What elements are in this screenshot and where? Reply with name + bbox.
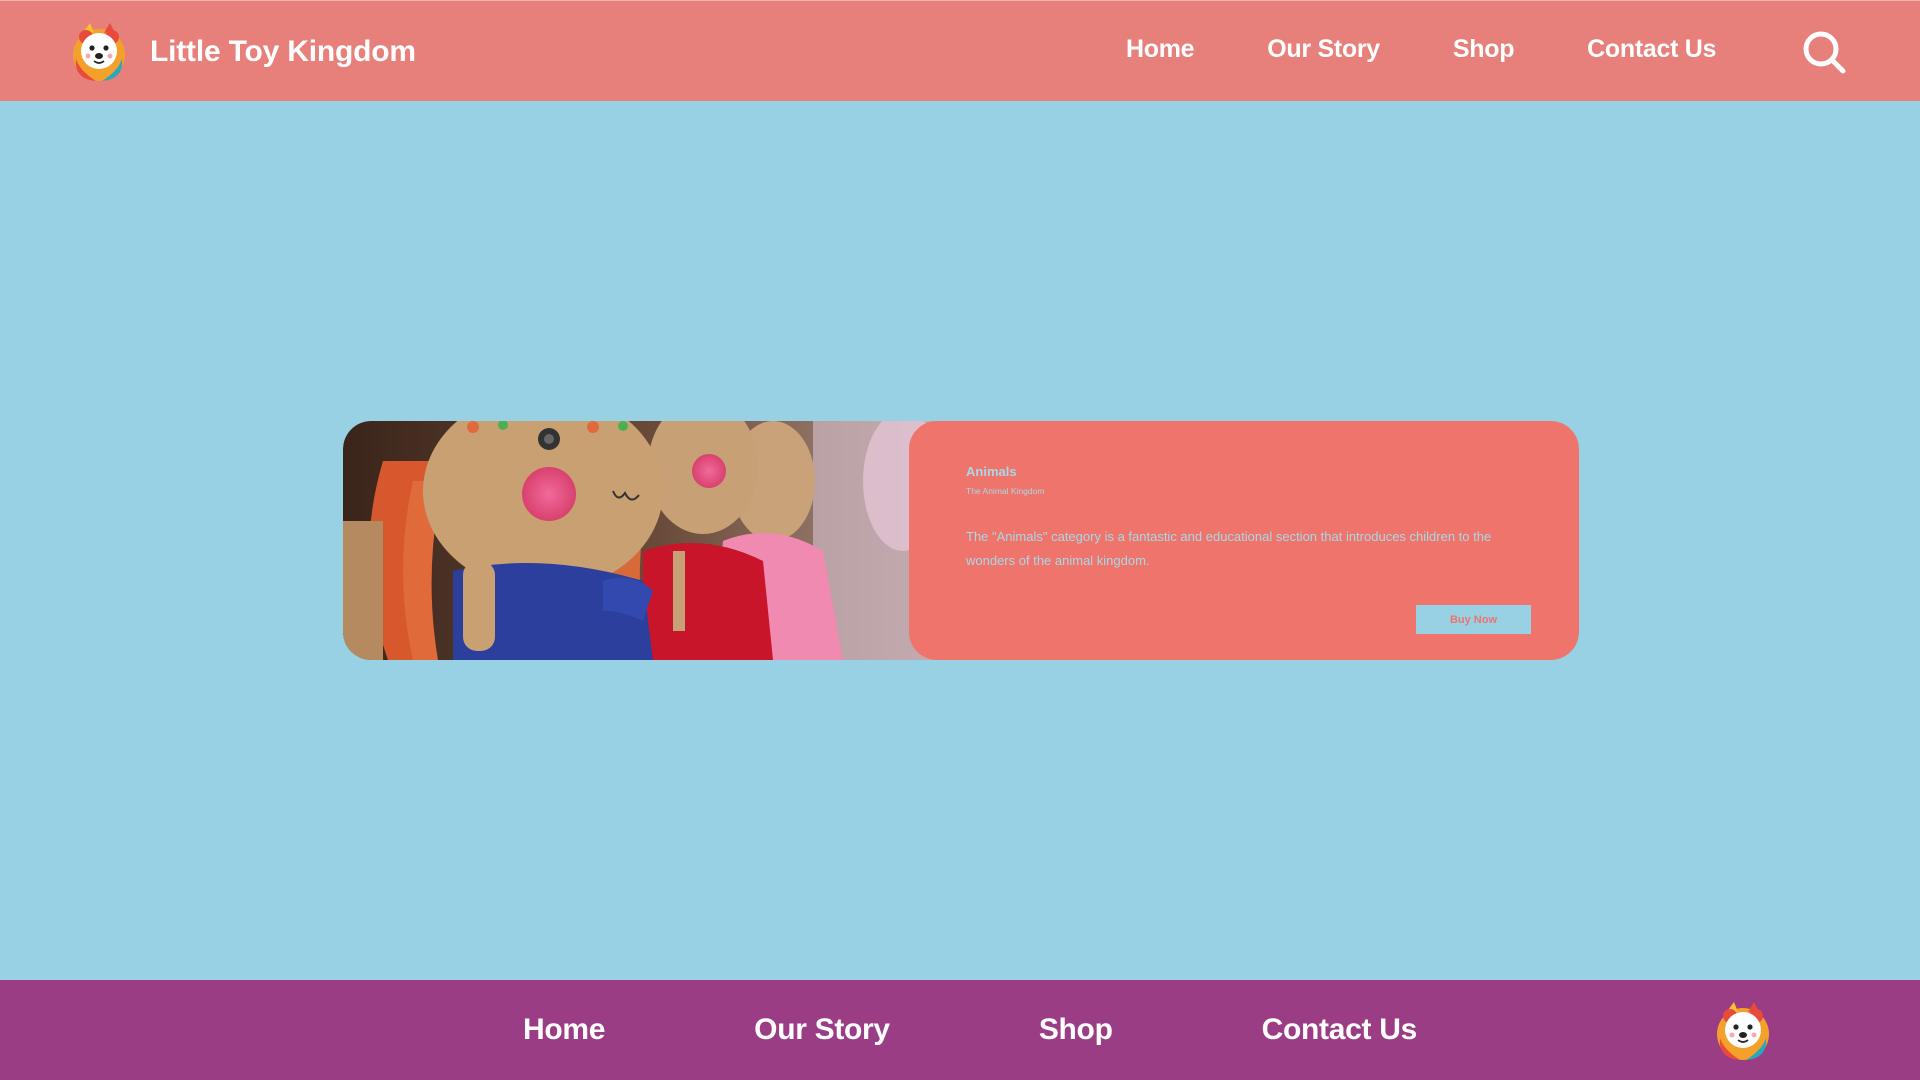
card-title: Animals xyxy=(966,464,1017,479)
nav-contact-us[interactable]: Contact Us xyxy=(1587,35,1716,64)
site-footer: Home Our Story Shop Contact Us xyxy=(0,980,1920,1080)
category-card: Animals The Animal Kingdom The "Animals"… xyxy=(343,421,1579,660)
brand-name: Little Toy Kingdom xyxy=(150,35,416,68)
nav-home[interactable]: Home xyxy=(1126,35,1195,64)
bear-mascot-logo-icon xyxy=(73,23,125,81)
nav-our-story[interactable]: Our Story xyxy=(1267,35,1380,64)
footer-nav: Home Our Story Shop Contact Us xyxy=(523,1013,1417,1047)
nav-shop[interactable]: Shop xyxy=(1453,35,1515,64)
footer-nav-our-story[interactable]: Our Story xyxy=(754,1013,890,1047)
footer-nav-home[interactable]: Home xyxy=(523,1013,605,1047)
site-header: Little Toy Kingdom Home Our Story Shop C… xyxy=(0,0,1920,101)
buy-now-button[interactable]: Buy Now xyxy=(1416,605,1531,634)
card-info-panel: Animals The Animal Kingdom The "Animals"… xyxy=(909,421,1579,660)
footer-nav-shop[interactable]: Shop xyxy=(1039,1013,1113,1047)
search-icon xyxy=(1803,31,1846,74)
header-nav: Home Our Story Shop Contact Us xyxy=(1126,35,1716,64)
bear-mascot-logo-icon[interactable] xyxy=(1710,998,1776,1064)
crocheted-dolls-photo xyxy=(343,421,983,660)
footer-nav-contact-us[interactable]: Contact Us xyxy=(1262,1013,1418,1047)
search-button[interactable] xyxy=(1800,28,1848,76)
brand-link[interactable]: Little Toy Kingdom xyxy=(66,19,416,85)
card-subtitle: The Animal Kingdom xyxy=(966,486,1045,496)
card-description: The "Animals" category is a fantastic an… xyxy=(966,529,1492,568)
